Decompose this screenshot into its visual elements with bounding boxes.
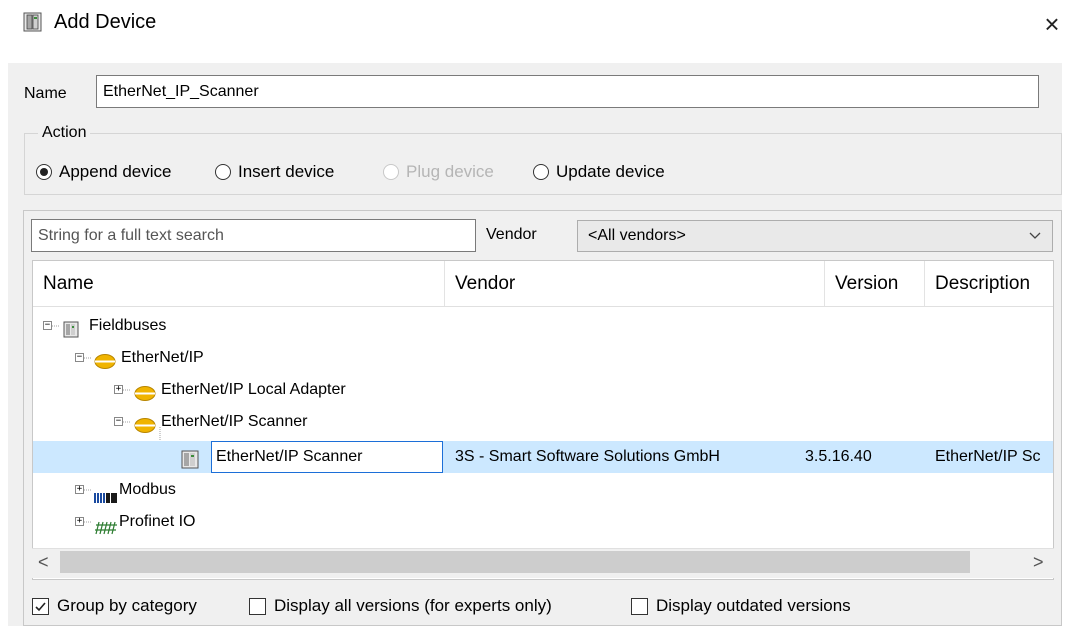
radio-label: Update device bbox=[556, 162, 665, 181]
expand-icon[interactable]: + bbox=[114, 385, 123, 394]
search-input[interactable] bbox=[31, 219, 476, 252]
tree-row-label: Profinet IO bbox=[119, 513, 196, 530]
radio-label: Insert device bbox=[238, 162, 335, 181]
checkbox-box bbox=[631, 597, 648, 615]
tree-row-label: EtherNet/IP Scanner bbox=[161, 413, 308, 430]
group-by-category-checkbox[interactable]: Group by category bbox=[32, 594, 197, 618]
action-legend: Action bbox=[38, 122, 91, 144]
tree-row-label: EtherNet/IP bbox=[121, 349, 204, 366]
append-device-radio[interactable]: Append device bbox=[36, 158, 171, 186]
name-label: Name bbox=[24, 85, 67, 102]
tree-row-label: Modbus bbox=[119, 481, 176, 498]
expand-icon[interactable]: + bbox=[75, 485, 84, 494]
device-vendor-cell: 3S - Smart Software Solutions GmbH bbox=[455, 448, 720, 465]
device-description-cell: EtherNet/IP Sc bbox=[935, 448, 1041, 465]
tree-row-modbus[interactable]: + Modbus bbox=[33, 474, 1053, 506]
radio-circle bbox=[383, 164, 399, 180]
column-header-version[interactable]: Version bbox=[825, 261, 925, 306]
checkbox-box bbox=[249, 597, 266, 615]
device-table: Name Vendor Version Description − Fieldb… bbox=[32, 260, 1054, 580]
collapse-icon[interactable]: − bbox=[75, 353, 84, 362]
device-version-cell: 3.5.16.40 bbox=[805, 448, 872, 465]
tree-row-ethernet-ip-local-adapter[interactable]: + EtherNet/IP Local Adapter bbox=[33, 374, 1053, 406]
scroll-left-icon[interactable]: < bbox=[38, 552, 49, 573]
radio-label: Append device bbox=[59, 162, 172, 181]
radio-circle bbox=[215, 164, 231, 180]
plug-device-radio: Plug device bbox=[383, 158, 494, 186]
column-header-vendor[interactable]: Vendor bbox=[445, 261, 825, 306]
insert-device-radio[interactable]: Insert device bbox=[215, 158, 334, 186]
vendor-label: Vendor bbox=[486, 226, 537, 243]
expand-icon[interactable]: + bbox=[75, 517, 84, 526]
radio-circle bbox=[533, 164, 549, 180]
table-row-selected-device[interactable]: EtherNet/IP Scanner 3S - Smart Software … bbox=[33, 441, 1053, 473]
radio-circle bbox=[36, 164, 52, 180]
vendor-selected-value: <All vendors> bbox=[588, 227, 686, 244]
tree-row-ethernet-ip[interactable]: − EtherNet/IP bbox=[33, 342, 1053, 374]
scrollbar-thumb[interactable] bbox=[60, 551, 970, 573]
chevron-down-icon bbox=[1028, 228, 1042, 245]
display-outdated-versions-checkbox[interactable]: Display outdated versions bbox=[631, 594, 851, 618]
checkbox-label: Display all versions (for experts only) bbox=[274, 596, 552, 615]
tree-row-label: EtherNet/IP Local Adapter bbox=[161, 381, 346, 398]
close-icon[interactable]: × bbox=[1036, 8, 1068, 40]
profinet-icon bbox=[94, 515, 118, 547]
tree-row-ethernet-ip-scanner-category[interactable]: − EtherNet/IP Scanner bbox=[33, 406, 1053, 438]
collapse-icon[interactable]: − bbox=[114, 417, 123, 426]
scroll-right-icon[interactable]: > bbox=[1033, 552, 1044, 573]
update-device-radio[interactable]: Update device bbox=[533, 158, 665, 186]
display-all-versions-checkbox[interactable]: Display all versions (for experts only) bbox=[249, 594, 552, 618]
device-name-cell: EtherNet/IP Scanner bbox=[216, 448, 363, 465]
tree-row-fieldbuses[interactable]: − Fieldbuses bbox=[33, 310, 1053, 342]
checkmark-icon bbox=[32, 597, 49, 615]
device-icon bbox=[22, 11, 44, 33]
vendor-dropdown[interactable]: <All vendors> bbox=[577, 220, 1053, 252]
window-title: Add Device bbox=[54, 11, 157, 33]
checkbox-label: Group by category bbox=[57, 596, 197, 615]
tree-row-label: Fieldbuses bbox=[89, 317, 167, 334]
tree-row-profinet-io[interactable]: + Profinet IO bbox=[33, 506, 1053, 538]
name-input[interactable] bbox=[96, 75, 1039, 108]
collapse-icon[interactable]: − bbox=[43, 321, 52, 330]
checkbox-label: Display outdated versions bbox=[656, 596, 851, 615]
radio-label: Plug device bbox=[406, 162, 494, 181]
column-header-description[interactable]: Description bbox=[925, 261, 1053, 306]
